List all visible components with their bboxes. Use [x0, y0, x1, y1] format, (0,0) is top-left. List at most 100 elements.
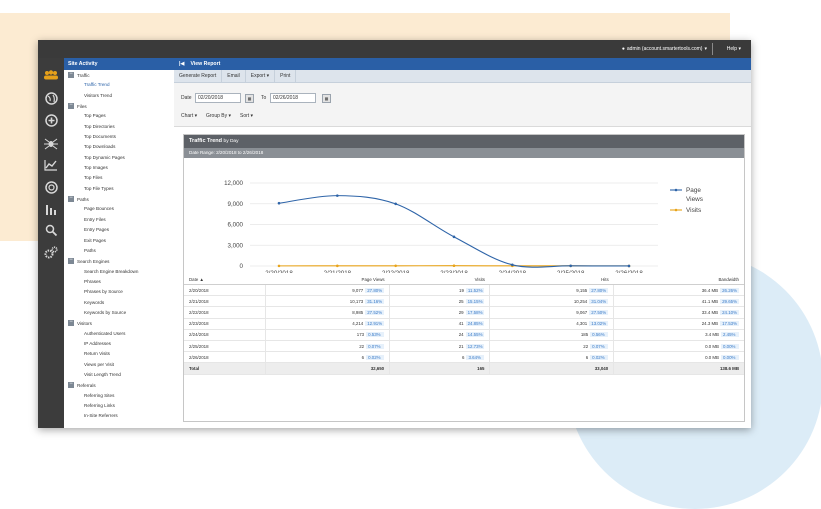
calendar-icon[interactable]: ▦ [322, 94, 331, 103]
sidebar-item[interactable]: Phrases by Source [64, 287, 174, 297]
sidebar-item[interactable]: Top Pages [64, 111, 174, 121]
date-from-field[interactable]: 02/20/2018 [195, 93, 241, 103]
group-by-dropdown[interactable]: Group By ▾ [206, 113, 231, 119]
bar-chart-icon[interactable] [42, 200, 60, 218]
cell-visits-percent: 24.85% [466, 321, 485, 326]
plus-circle-icon[interactable] [42, 111, 60, 129]
sidebar-item[interactable]: Referring Links [64, 401, 174, 411]
sidebar-item[interactable]: Views per Visit [64, 360, 174, 370]
date-to-field[interactable]: 02/26/2018 [270, 93, 316, 103]
cell-hits-value: 22 [583, 344, 588, 349]
column-header-date[interactable]: Date ▲ [184, 275, 266, 285]
email-button[interactable]: Email [222, 70, 246, 82]
calendar-icon[interactable]: ▦ [245, 94, 254, 103]
line-chart-icon[interactable] [42, 156, 60, 174]
report-tree: −TrafficTraffic TrendVisitors Trend−File… [64, 70, 174, 422]
cell-page-views-value: 22 [359, 344, 364, 349]
sidebar-item[interactable]: Entry Pages [64, 225, 174, 235]
collapse-icon[interactable]: − [68, 103, 74, 109]
sort-dropdown[interactable]: Sort ▾ [240, 113, 253, 119]
sidebar-item[interactable]: Top Documents [64, 132, 174, 142]
sidebar-item[interactable]: Referring Sites [64, 391, 174, 401]
sidebar-group[interactable]: −Visitors [64, 318, 174, 328]
sidebar-item[interactable]: Visitors Trend [64, 91, 174, 101]
sidebar-item[interactable]: Keywords by Source [64, 308, 174, 318]
generate-report-button[interactable]: Generate Report [174, 70, 222, 82]
chart-dropdown[interactable]: Chart ▾ [181, 113, 197, 119]
sidebar-item[interactable]: Top Downloads [64, 142, 174, 152]
sidebar-item[interactable]: Traffic Trend [64, 80, 174, 90]
sidebar-item[interactable]: Phrases [64, 277, 174, 287]
gears-icon[interactable] [42, 244, 60, 262]
sidebar-item[interactable]: Page Bounces [64, 204, 174, 214]
cell-page-views-percent: 0.53% [366, 332, 384, 337]
print-button[interactable]: Print [275, 70, 296, 82]
cell-page-views-value: 9,077 [352, 288, 363, 293]
cell-hits-value: 9,067 [576, 310, 587, 315]
sidebar-item[interactable]: Exit Pages [64, 236, 174, 246]
cell-visits-value: 24 [459, 332, 464, 337]
sidebar-group[interactable]: −Search Engines [64, 256, 174, 266]
cell-page-views: 10,17331.16% [266, 296, 390, 307]
user-menu[interactable]: ● admin (account.smartertools.com) ▾ [622, 46, 707, 52]
total-hits: 33,040 [490, 363, 614, 374]
sidebar-item[interactable]: Top Files [64, 173, 174, 183]
collapse-icon[interactable]: − [68, 72, 74, 78]
cell-bandwidth-value: 41.1 MB [702, 299, 718, 304]
sidebar-item[interactable]: Top Dynamic Pages [64, 153, 174, 163]
data-point [394, 264, 397, 267]
cell-page-views-value: 10,173 [350, 299, 363, 304]
table-row: 2/26/201860.02%63.64%60.02%0.0 MB0.00% [184, 352, 744, 363]
sidebar-item[interactable]: Entry Files [64, 215, 174, 225]
users-icon[interactable] [42, 66, 60, 84]
sidebar-group[interactable]: −Paths [64, 194, 174, 204]
sidebar-group[interactable]: −Files [64, 101, 174, 111]
x-tick-label: 2/22/2018 [382, 270, 410, 273]
collapse-icon[interactable]: − [68, 320, 74, 326]
sidebar-group[interactable]: −Referrals [64, 380, 174, 390]
column-header-bandwidth[interactable]: Bandwidth [614, 275, 744, 285]
cell-visits-percent: 17.58% [466, 310, 485, 315]
gauge-icon[interactable] [42, 178, 60, 196]
help-menu[interactable]: Help ▾ [727, 46, 741, 52]
sidebar-item[interactable]: Visit Length Trend [64, 370, 174, 380]
cell-visits-value: 41 [459, 321, 464, 326]
sidebar-item[interactable]: Paths [64, 246, 174, 256]
cell-page-views-percent: 0.02% [366, 355, 384, 360]
cell-page-views: 4,21412.91% [266, 318, 390, 329]
sidebar-group-label: Traffic [77, 73, 90, 78]
column-header-page-views[interactable]: Page Views [266, 275, 390, 285]
cell-visits-value: 19 [459, 288, 464, 293]
collapse-icon[interactable]: − [68, 258, 74, 264]
cell-date: 2/22/2018 [184, 307, 266, 318]
export-button[interactable]: Export ▾ [246, 70, 275, 82]
cell-visits-percent: 14.55% [466, 332, 485, 337]
report-title-text: Traffic Trend [189, 138, 222, 144]
sidebar: Site Activity −TrafficTraffic TrendVisit… [64, 58, 175, 428]
spider-icon[interactable] [42, 134, 60, 152]
total-pv: 32,650 [266, 363, 390, 374]
sidebar-item[interactable]: IP Addresses [64, 339, 174, 349]
cell-page-views-percent: 31.16% [365, 299, 384, 304]
cell-bandwidth-percent: 24.10% [720, 310, 739, 315]
globe-icon[interactable] [42, 89, 60, 107]
sidebar-group[interactable]: −Traffic [64, 70, 174, 80]
search-icon[interactable] [42, 221, 60, 239]
y-tick-label: 6,000 [228, 222, 244, 229]
sidebar-item[interactable]: In-Site Referrers [64, 411, 174, 421]
cell-bandwidth-percent: 26.26% [720, 288, 739, 293]
column-header-hits[interactable]: Hits [490, 275, 614, 285]
collapse-icon[interactable]: − [68, 382, 74, 388]
table-row: 2/21/201810,17331.16%2515.15%10,25431.04… [184, 296, 744, 307]
sidebar-item[interactable]: Top Images [64, 163, 174, 173]
column-header-visits[interactable]: Visits [390, 275, 490, 285]
sidebar-item[interactable]: Authenticated Users [64, 329, 174, 339]
sidebar-item[interactable]: Top Directories [64, 122, 174, 132]
sidebar-item[interactable]: Top File Types [64, 184, 174, 194]
sidebar-item[interactable]: Return Visits [64, 349, 174, 359]
cell-page-views: 9,07727.80% [266, 285, 390, 296]
collapse-panel-icon[interactable]: |◀ [179, 61, 184, 67]
collapse-icon[interactable]: − [68, 196, 74, 202]
sidebar-item[interactable]: Keywords [64, 298, 174, 308]
sidebar-item[interactable]: Search Engine Breakdown [64, 267, 174, 277]
